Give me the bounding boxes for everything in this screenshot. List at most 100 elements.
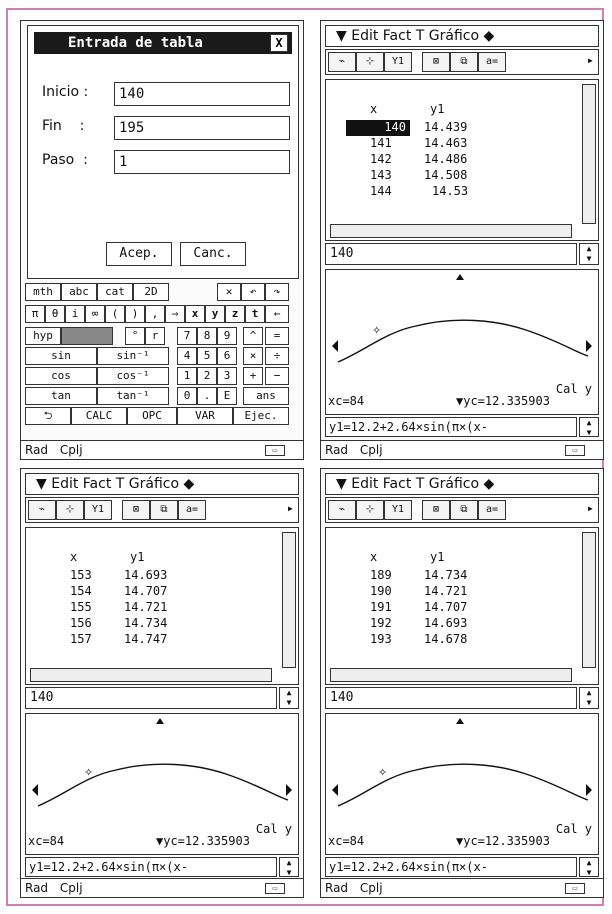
updown-arrows-icon[interactable]: ▲ ▼ [279,687,299,709]
key-ejec[interactable]: Ejec. [233,407,289,425]
key-blank[interactable] [61,327,113,345]
table-row-x[interactable]: 157 [70,632,92,646]
menu-bar[interactable]: ▼ Edit Fact T Gráfico ◆ [325,25,599,47]
updown-arrows-icon[interactable]: ▲ ▼ [279,857,299,877]
updown-arrows-icon[interactable]: ▲ ▼ [579,243,599,265]
table-row-y1[interactable]: 14.721 [424,584,467,598]
zoom-box-icon[interactable]: ⊠ [422,52,450,72]
key-arrow[interactable]: ⇒ [165,305,185,323]
key-opc[interactable]: OPC [127,407,177,425]
table-row-x-selected[interactable]: 140 [346,120,410,136]
y1-y2-icon[interactable]: Y1 [384,52,412,72]
key-multiply[interactable]: × [243,347,263,365]
table-vertical-scrollbar[interactable] [582,84,596,224]
resize-icon[interactable]: ✕ [217,283,241,301]
ab-icon[interactable]: a= [478,500,506,520]
table-row-x[interactable]: 156 [70,616,92,630]
table-row-x[interactable]: 155 [70,600,92,614]
key-close-paren[interactable]: ) [125,305,145,323]
trace-icon[interactable]: ⊹ [56,500,84,520]
table-row-x[interactable]: 193 [370,632,392,646]
table-row-y1[interactable]: 14.707 [124,584,167,598]
tab-mth[interactable]: mth [25,283,61,301]
trace-icon[interactable]: ⊹ [356,500,384,520]
key-back[interactable]: ⮌ [25,407,71,425]
table-vertical-scrollbar[interactable] [582,532,596,668]
table-row-y1[interactable]: 14.53 [432,184,468,198]
ab-icon[interactable]: a= [478,52,506,72]
updown-arrows-icon[interactable]: ▲ ▼ [579,417,599,437]
tab-2d[interactable]: 2D [133,283,169,301]
table-row-x[interactable]: 192 [370,616,392,630]
key-8[interactable]: 8 [197,327,217,345]
key-cos[interactable]: cos [25,367,97,385]
key-7[interactable]: 7 [177,327,197,345]
value-input[interactable]: 140 [325,687,577,709]
formula-input[interactable]: y1=12.2+2.64×sin(π×(x- [25,857,277,877]
table-row-y1[interactable]: 14.463 [424,136,467,150]
value-input[interactable]: 140 [325,243,577,265]
ab-icon[interactable]: a= [178,500,206,520]
key-equals[interactable]: = [265,327,289,345]
accept-button[interactable]: Acep. [106,242,172,266]
key-exponent[interactable]: E [217,387,237,405]
table-row-y1[interactable]: 14.734 [424,568,467,582]
table-row-y1[interactable]: 14.486 [424,152,467,166]
key-i[interactable]: i [65,305,85,323]
cancel-button[interactable]: Canc. [180,242,246,266]
key-ans[interactable]: ans [243,387,289,405]
key-y[interactable]: y [205,305,225,323]
graph-toggle-icon[interactable]: ⌁ [328,52,356,72]
key-arcsin[interactable]: sin⁻¹ [97,347,169,365]
key-arctan[interactable]: tan⁻¹ [97,387,169,405]
key-power[interactable]: ^ [243,327,263,345]
key-calc[interactable]: CALC [71,407,127,425]
close-icon[interactable]: X [270,34,288,52]
key-4[interactable]: 4 [177,347,197,365]
updown-arrows-icon[interactable]: ▲ ▼ [579,687,599,709]
key-var[interactable]: VAR [177,407,233,425]
key-0[interactable]: 0 [177,387,197,405]
value-input[interactable]: 140 [25,687,277,709]
key-1[interactable]: 1 [177,367,197,385]
key-infinity[interactable]: ∞ [85,305,105,323]
key-2[interactable]: 2 [197,367,217,385]
inicio-input[interactable]: 140 [114,82,290,106]
zoom-box-icon[interactable]: ⊠ [122,500,150,520]
key-backspace[interactable]: ← [265,305,289,323]
table-row-x[interactable]: 190 [370,584,392,598]
fin-input[interactable]: 195 [114,116,290,140]
key-6[interactable]: 6 [217,347,237,365]
toolbar-more-icon[interactable]: ▸ [587,501,594,515]
table-horizontal-scrollbar[interactable] [30,668,272,682]
y1-y2-icon[interactable]: Y1 [84,500,112,520]
zoom-auto-icon[interactable]: ⧉ [150,500,178,520]
table-row-y1[interactable]: 14.747 [124,632,167,646]
graph-toggle-icon[interactable]: ⌁ [328,500,356,520]
table-row-x[interactable]: 154 [70,584,92,598]
tab-cat[interactable]: cat [97,283,133,301]
table-row-x[interactable]: 153 [70,568,92,582]
table-row-y1[interactable]: 14.721 [124,600,167,614]
key-pi[interactable]: π [25,305,45,323]
updown-arrows-icon[interactable]: ▲ ▼ [579,857,599,877]
key-comma[interactable]: , [145,305,165,323]
zoom-auto-icon[interactable]: ⧉ [450,500,478,520]
table-row-y1[interactable]: 14.693 [124,568,167,582]
table-row-y1[interactable]: 14.439 [424,120,467,134]
formula-input[interactable]: y1=12.2+2.64×sin(π×(x- [325,857,577,877]
key-sin[interactable]: sin [25,347,97,365]
key-t[interactable]: t [245,305,265,323]
key-z[interactable]: z [225,305,245,323]
table-row-x[interactable]: 189 [370,568,392,582]
zoom-auto-icon[interactable]: ⧉ [450,52,478,72]
key-9[interactable]: 9 [217,327,237,345]
key-x[interactable]: x [185,305,205,323]
table-row-y1[interactable]: 14.707 [424,600,467,614]
key-degree[interactable]: ° [125,327,145,345]
table-row-x[interactable]: 144 [370,184,392,198]
undo-icon[interactable]: ↶ [241,283,265,301]
menu-bar[interactable]: ▼ Edit Fact T Gráfico ◆ [25,473,299,495]
paso-input[interactable]: 1 [114,150,290,174]
key-theta[interactable]: θ [45,305,65,323]
